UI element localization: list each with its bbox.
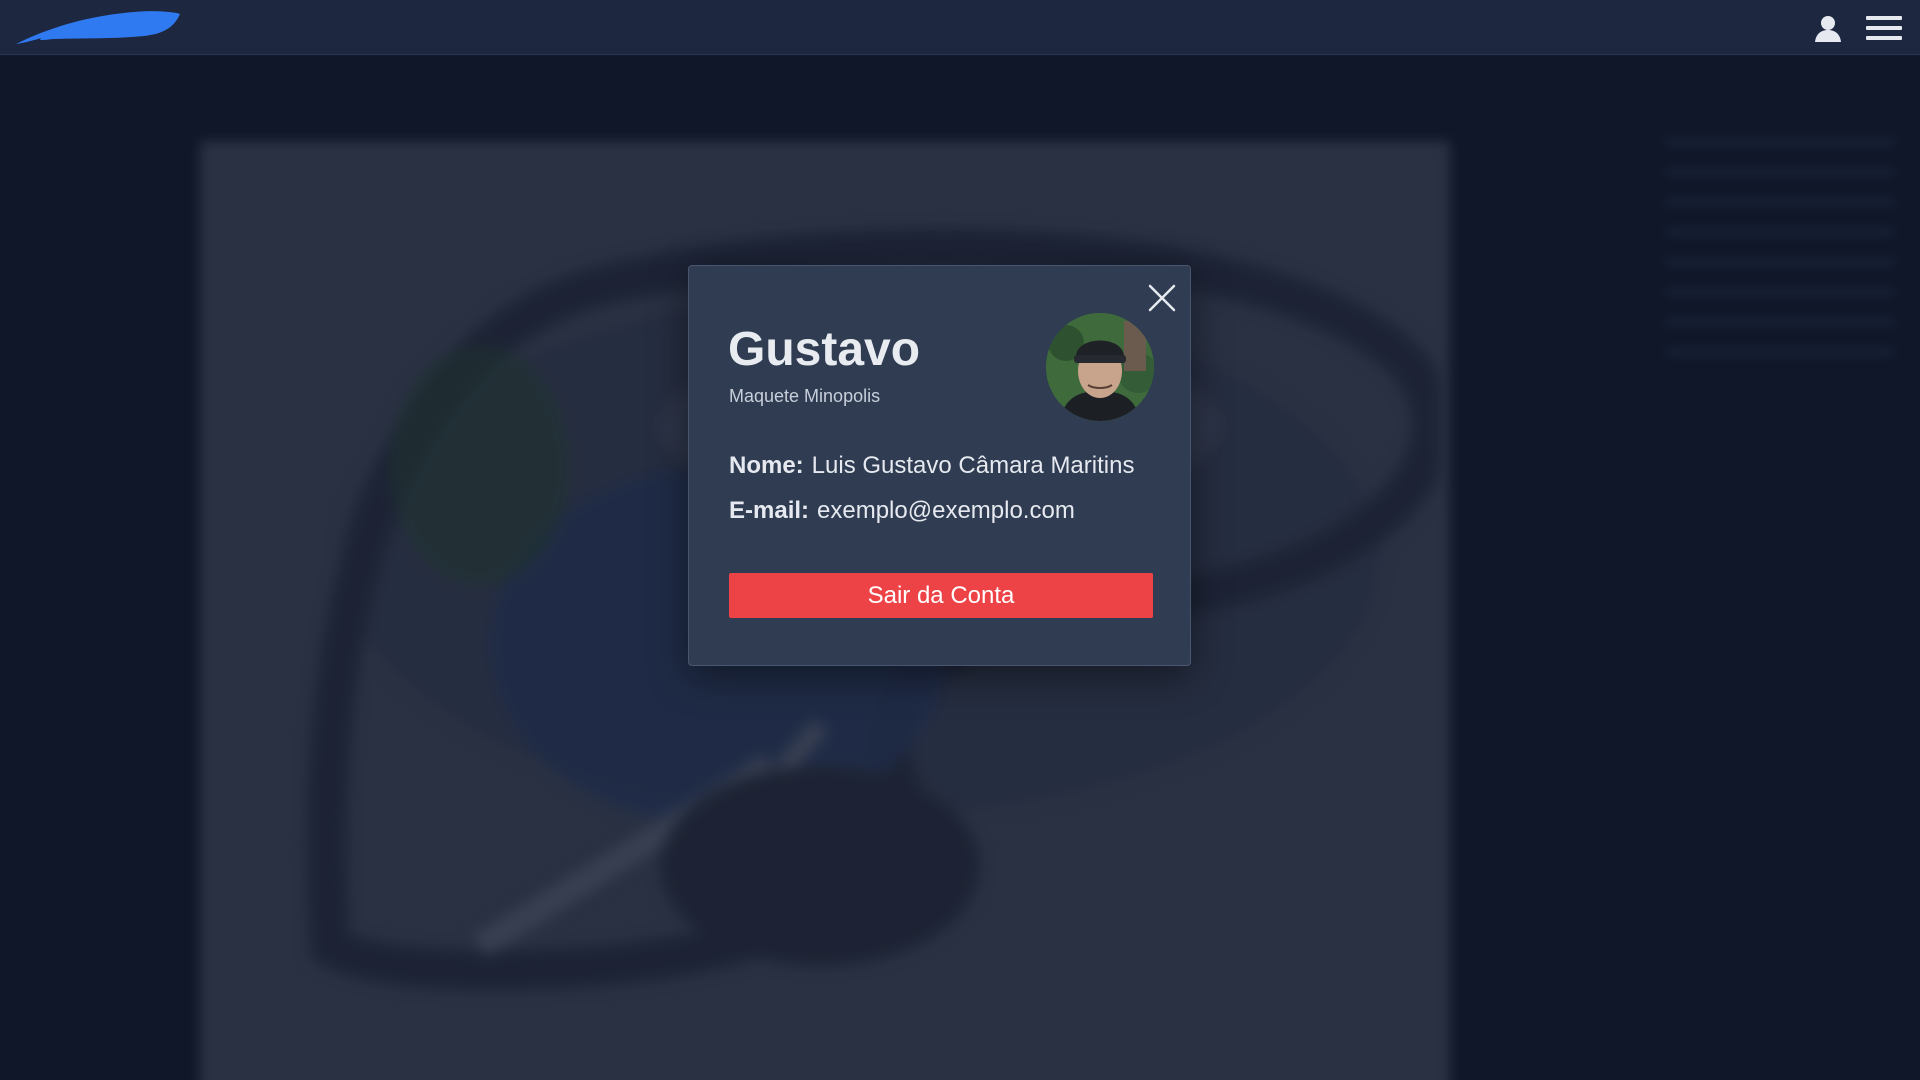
- top-bar: [0, 0, 1920, 55]
- menu-line: [1866, 36, 1902, 40]
- name-row: Nome: Luis Gustavo Câmara Maritins: [729, 452, 1134, 480]
- email-row: E-mail: exemplo@exemplo.com: [729, 497, 1075, 525]
- close-icon[interactable]: [1144, 280, 1180, 316]
- name-label: Nome:: [729, 452, 804, 479]
- avatar: [1046, 313, 1154, 421]
- profile-modal: Gustavo Maquete Minopolis Nome: Luis Gust…: [688, 265, 1191, 666]
- email-label: E-mail:: [729, 497, 810, 524]
- hamburger-menu-icon[interactable]: [1864, 12, 1904, 44]
- user-icon: [1815, 16, 1841, 42]
- name-value: Luis Gustavo Câmara Maritins: [811, 452, 1135, 479]
- menu-line: [1866, 16, 1902, 20]
- app-logo[interactable]: [14, 8, 180, 48]
- profile-display-name: Gustavo: [728, 323, 921, 376]
- profile-subtitle: Maquete Minopolis: [729, 386, 881, 406]
- user-account-button[interactable]: [1812, 12, 1844, 44]
- logout-button[interactable]: Sair da Conta: [729, 573, 1153, 618]
- email-value: exemplo@exemplo.com: [817, 497, 1075, 524]
- menu-line: [1866, 26, 1902, 30]
